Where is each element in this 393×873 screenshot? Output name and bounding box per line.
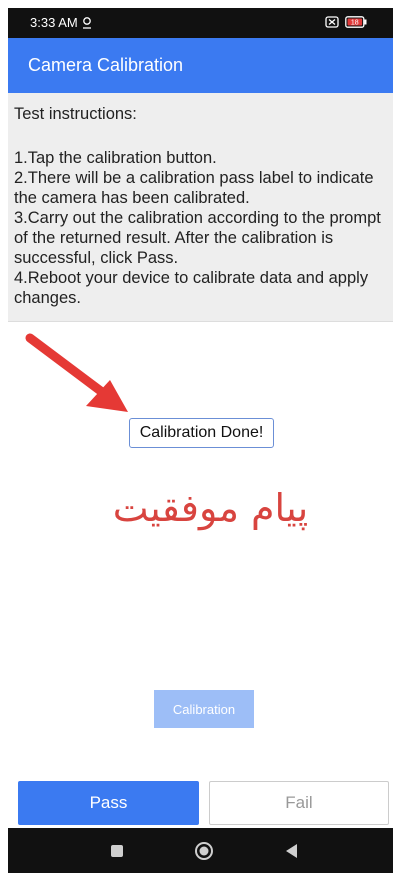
status-time-group: 3:33 AM — [30, 15, 92, 30]
pass-button[interactable]: Pass — [18, 781, 199, 825]
status-icons: 18 — [325, 16, 367, 28]
success-message-annotation: پیام موفقیت — [112, 486, 309, 530]
location-pin-icon — [82, 16, 91, 29]
screen-frame: 3:33 AM 18 Camera Calibration Test instr… — [8, 8, 393, 873]
fail-button[interactable]: Fail — [209, 781, 389, 825]
navigation-bar — [8, 828, 393, 873]
battery-level: 18 — [351, 20, 359, 27]
calibration-done-label: Calibration Done! — [129, 418, 274, 448]
instruction-step: 4.Reboot your device to calibrate data a… — [14, 269, 369, 307]
recents-square-icon[interactable] — [111, 845, 123, 857]
instructions-steps: 1.Tap the calibration button. 2.There wi… — [14, 148, 386, 308]
instructions-heading: Test instructions: — [14, 105, 137, 123]
calibration-button[interactable]: Calibration — [154, 690, 254, 728]
sim-off-icon — [325, 16, 339, 28]
app-bar: Camera Calibration — [8, 38, 393, 93]
home-circle-icon[interactable] — [194, 841, 214, 861]
instructions-panel: Test instructions: 1.Tap the calibration… — [8, 93, 393, 322]
back-triangle-icon[interactable] — [283, 842, 301, 860]
red-arrow-icon — [25, 333, 128, 412]
instruction-step: 1.Tap the calibration button. — [14, 149, 217, 167]
page-title: Camera Calibration — [28, 55, 184, 75]
battery-icon: 18 — [345, 16, 367, 28]
status-time: 3:33 AM — [30, 15, 78, 30]
instruction-step: 2.There will be a calibration pass label… — [14, 169, 374, 207]
instruction-step: 3.Carry out the calibration according to… — [14, 209, 381, 267]
status-bar: 3:33 AM 18 — [8, 8, 393, 38]
